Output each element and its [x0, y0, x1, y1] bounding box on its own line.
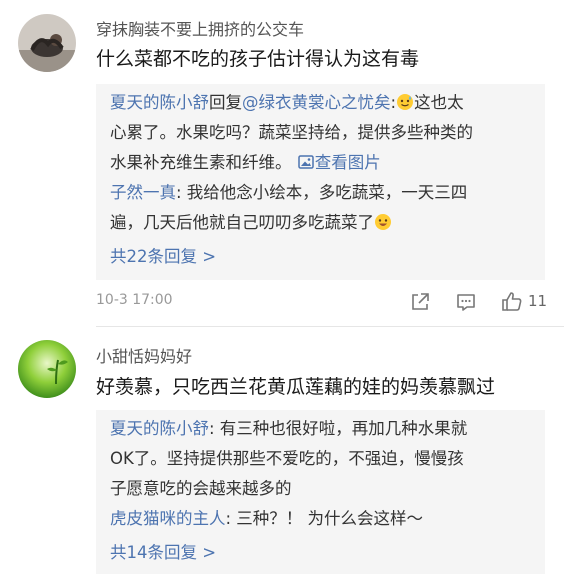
reply-text: 遍，几天后他就自己叨叨多吃蔬菜了 — [110, 213, 374, 232]
comment-text: 好羡慕，只吃西兰花黄瓜莲藕的娃的妈羡慕飘过 — [96, 376, 496, 398]
more-replies-link[interactable]: 共22条回复 > — [110, 247, 216, 266]
like-count: 11 — [528, 292, 548, 310]
avatar[interactable] — [18, 14, 76, 72]
share-icon[interactable] — [408, 290, 432, 314]
reply-author-link[interactable]: 子然一真 — [110, 183, 176, 202]
reply-author-link[interactable]: 夏天的陈小舒 — [110, 93, 209, 112]
reply-text: 这也太 — [414, 93, 464, 112]
view-image-link[interactable]: 查看图片 — [297, 153, 381, 172]
comment-icon[interactable] — [454, 290, 478, 314]
reply-author-link[interactable]: 夏天的陈小舒 — [110, 419, 209, 438]
reply-box[interactable]: 夏天的陈小舒回复@绿衣黄裳心之忧矣: 这也太 心累了。水果吃吗？蔬菜坚持给，提供多… — [96, 84, 545, 280]
reply-text: : 我给他念小绘本，多吃蔬菜，一天三四 — [176, 183, 468, 202]
comment-username[interactable]: 穿抹胸装不要上拥挤的公交车 — [96, 16, 304, 40]
reply-text: : 有三种也很好啦，再加几种水果就 — [209, 419, 468, 438]
reply-box[interactable]: 夏天的陈小舒: 有三种也很好啦，再加几种水果就 OK了。坚持提供那些不爱吃的，不… — [96, 410, 545, 574]
comment-time: 10-3 17:00 — [96, 292, 173, 308]
comment-text: 什么菜都不吃的孩子估计得认为这有毒 — [96, 48, 420, 70]
comment-username[interactable]: 小甜恬妈妈好 — [96, 343, 192, 367]
reply-text: : 三种？！ 为什么会这样～ — [225, 509, 424, 528]
image-icon — [298, 155, 314, 169]
reply: 夏天的陈小舒回复@绿衣黄裳心之忧矣: 这也太 心累了。水果吃吗？蔬菜坚持给，提供多… — [110, 88, 535, 272]
emoji-sweat-icon — [397, 94, 414, 110]
reply-author-link[interactable]: 虎皮猫咪的主人 — [110, 509, 226, 528]
avatar[interactable] — [18, 340, 76, 398]
reply-text: 水果补充维生素和纤维。 — [110, 153, 292, 172]
more-replies-link[interactable]: 共14条回复 > — [110, 543, 216, 562]
emoji-grin-icon — [375, 214, 391, 230]
reply-word: 回复 — [209, 93, 242, 112]
divider — [96, 326, 564, 327]
like-icon[interactable] — [500, 290, 524, 314]
reply-target-link[interactable]: @绿衣黄裳心之忧矣 — [242, 93, 391, 112]
reply-text-line: 子愿意吃的会越来越多的 — [110, 479, 292, 498]
reply: 夏天的陈小舒: 有三种也很好啦，再加几种水果就 OK了。坚持提供那些不爱吃的，不… — [110, 414, 535, 568]
reply-text-line: OK了。坚持提供那些不爱吃的，不强迫，慢慢孩 — [110, 449, 464, 468]
comment-meta: 10-3 17:00 11 — [96, 290, 548, 314]
reply-text-line: 心累了。水果吃吗？蔬菜坚持给，提供多些种类的 — [110, 123, 473, 142]
